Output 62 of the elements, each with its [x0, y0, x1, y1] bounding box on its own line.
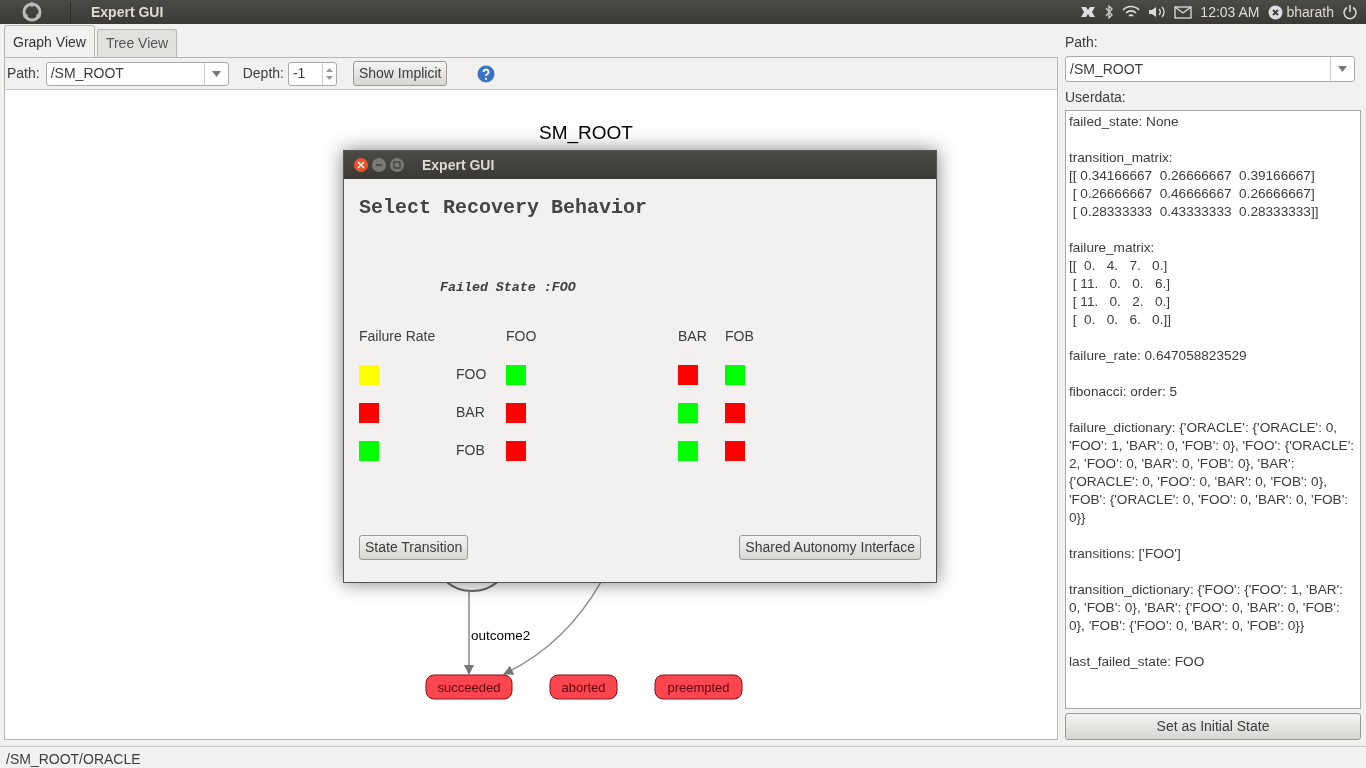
userdata-line: failure_matrix: — [1069, 239, 1156, 257]
power-icon[interactable] — [1342, 4, 1358, 20]
userdata-line: [ 11. 0. 0. 6.] — [1071, 275, 1171, 293]
spin-arrows-icon[interactable] — [325, 66, 333, 81]
dialog-button[interactable]: State Transition — [359, 535, 469, 560]
userdata-line: [ 0. 0. 6. 0.]] — [1071, 311, 1172, 329]
heading: Select Recovery Behavior — [359, 195, 649, 221]
depth-spinbox[interactable]: -1 — [287, 61, 337, 86]
wifi-icon[interactable] — [1122, 5, 1141, 19]
path-label: Path: — [7, 64, 40, 83]
userdata-line: transitions: ['FOO'] — [1069, 545, 1182, 563]
depth-label: Depth: — [242, 64, 284, 83]
userdata-line: [[ 0.34166667 0.26666667 0.39166667] — [1069, 167, 1316, 185]
status-icon — [1267, 4, 1283, 20]
tab[interactable]: Tree View — [96, 29, 178, 57]
column-header: FOO — [506, 327, 538, 347]
userdata-line: last_failed_state: FOO — [1069, 653, 1206, 671]
bluetooth-icon[interactable] — [1104, 4, 1115, 20]
status-bar: /SM_ROOT/ORACLE — [0, 746, 1366, 768]
userdata-line: failure_dictionary: {'ORACLE': {'ORACLE': 0, 'FOO': 1, 'BAR': 0, 'FOB': 0}, 'FOO': {'ORACLE': 2, 'FOO': 0, 'BAR': 0, 'FOB': 0}, 'BAR': {'ORACLE': 0, 'FOO': 0, 'BAR': 0, 'FOB': 0}, 'FOB': {'ORACLE': 0, 'FOO': 0, 'BAR': 0, 'FOB': 0}} — [1069, 419, 1356, 527]
userdata-line: [[ 0. 4. 7. 0.] — [1069, 257, 1169, 275]
tab[interactable]: Graph View — [4, 25, 95, 57]
column-header: Failure Rate — [359, 327, 437, 347]
dialog-title: Expert GUI — [422, 155, 495, 175]
userdata-line: [ 0.28333333 0.43333333 0.28333333]] — [1071, 203, 1320, 221]
column-header: BAR — [678, 327, 708, 347]
clock[interactable]: 12:03 AM — [1200, 1, 1260, 23]
path-label: Path: — [1065, 33, 1099, 52]
show-implicit-button[interactable]: Show Implicit — [352, 61, 448, 86]
userdata-line: failed_state: None — [1069, 113, 1180, 131]
outcome-node[interactable]: aborted — [549, 674, 618, 700]
close-icon[interactable] — [354, 158, 368, 172]
set-initial-state-button[interactable]: Set as Initial State — [1065, 713, 1361, 740]
outcome-node[interactable]: succeeded — [425, 674, 513, 700]
window-title: Expert GUI — [70, 1, 164, 23]
path-dropdown[interactable]: /SM_ROOT — [45, 61, 229, 86]
dropdown-arrow-icon[interactable] — [1338, 66, 1347, 72]
path-dropdown[interactable]: /SM_ROOT — [1065, 56, 1355, 82]
outcome-node[interactable]: preempted — [654, 674, 743, 700]
failed-state-label: Failed State :FOO — [440, 279, 577, 297]
row-label: FOO — [456, 365, 488, 385]
userdata-line: [ 0.26666667 0.46666667 0.26666667] — [1071, 185, 1316, 203]
maximize-icon[interactable] — [390, 158, 404, 172]
dialog-button[interactable]: Shared Autonomy Interface — [739, 535, 921, 560]
userdata-line: failure_rate: 0.647058823529 — [1069, 347, 1248, 365]
edge-label: outcome2 — [471, 628, 531, 643]
userdata-label: Userdata: — [1065, 88, 1127, 107]
userdata-line: transition_dictionary: {'FOO': {'FOO': 1, 'BAR': 0, 'FOB': 0}, 'BAR': {'FOO': 0, 'BAR': 0, 'FOB': 0}, 'FOB': {'FOO': 0, 'BAR': 0, 'FOB': 0}} — [1069, 581, 1344, 635]
mail-icon[interactable] — [1174, 5, 1193, 19]
userdata-line: [ 11. 0. 2. 0.] — [1071, 293, 1171, 311]
userdata-line: fibonacci: order: 5 — [1069, 383, 1179, 401]
user-name[interactable]: bharath — [1286, 1, 1334, 23]
volume-icon[interactable] — [1148, 5, 1167, 19]
row-label: BAR — [456, 403, 486, 423]
graph-title: SM_ROOT — [539, 122, 633, 143]
row-label: FOB — [456, 441, 486, 461]
userdata-text-area[interactable] — [1065, 110, 1361, 709]
help-icon[interactable] — [477, 64, 496, 83]
userdata-line: transition_matrix: — [1069, 149, 1174, 167]
logo-icon[interactable] — [22, 2, 42, 22]
column-header: FOB — [725, 327, 755, 347]
dropdown-arrow-icon[interactable] — [211, 70, 221, 77]
